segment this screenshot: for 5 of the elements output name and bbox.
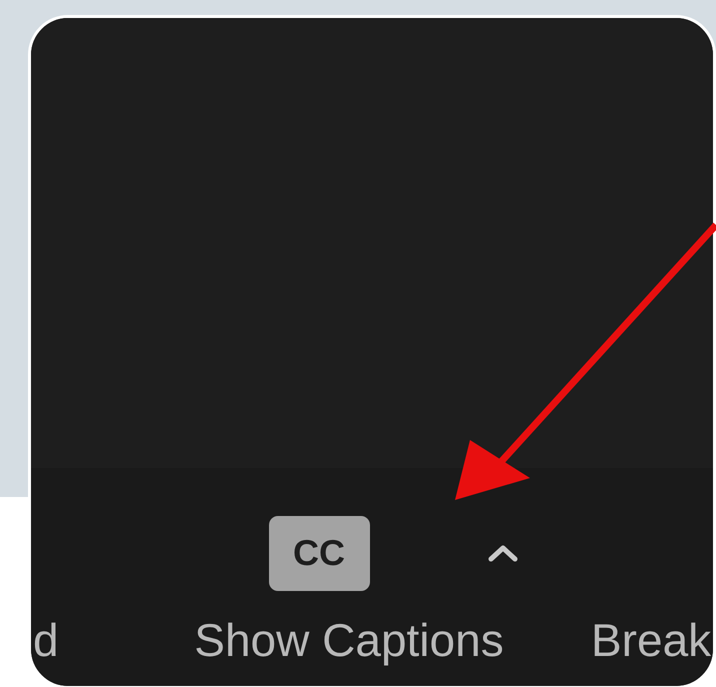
toolbar-label[interactable]: Show Captions [194,612,504,668]
caret-icon[interactable] [487,544,519,562]
toolbar-label[interactable]: Break [591,612,712,668]
toolbar-label[interactable]: d [33,612,59,668]
captions-button[interactable]: CC [268,516,370,591]
